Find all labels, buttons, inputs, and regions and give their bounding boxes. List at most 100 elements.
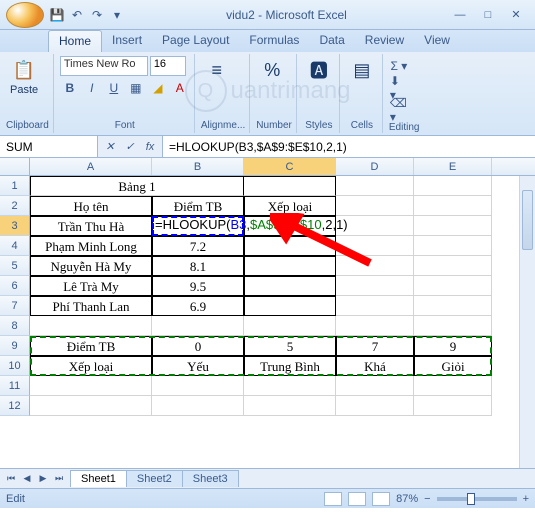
cell[interactable] xyxy=(244,176,336,196)
alignment-button[interactable]: ≡ xyxy=(201,56,233,84)
fill-color-button[interactable]: ◢ xyxy=(148,78,168,98)
zoom-percent[interactable]: 87% xyxy=(396,493,418,505)
zoom-thumb[interactable] xyxy=(467,493,475,505)
cell[interactable]: Nguyễn Hà My xyxy=(30,256,152,276)
cell[interactable] xyxy=(244,376,336,396)
cell[interactable]: Giỏi xyxy=(414,356,492,376)
border-button[interactable]: ▦ xyxy=(126,78,146,98)
cell[interactable] xyxy=(336,316,414,336)
select-all-corner[interactable] xyxy=(0,158,30,175)
redo-icon[interactable]: ↷ xyxy=(88,6,106,24)
clear-button[interactable]: ⌫ ▾ xyxy=(389,100,409,120)
undo-icon[interactable]: ↶ xyxy=(68,6,86,24)
scrollbar-thumb[interactable] xyxy=(522,190,533,250)
cell[interactable] xyxy=(152,396,244,416)
bold-button[interactable]: B xyxy=(60,78,80,98)
tab-page-layout[interactable]: Page Layout xyxy=(152,30,239,52)
cell[interactable] xyxy=(152,316,244,336)
cell[interactable] xyxy=(152,376,244,396)
row-header[interactable]: 6 xyxy=(0,276,30,296)
cell[interactable]: 7.2 xyxy=(152,236,244,256)
italic-button[interactable]: I xyxy=(82,78,102,98)
maximize-button[interactable]: □ xyxy=(475,6,501,24)
prev-sheet-icon[interactable]: ◀ xyxy=(20,472,34,486)
normal-view-button[interactable] xyxy=(324,492,342,506)
autosum-button[interactable]: Σ ▾ xyxy=(389,56,409,76)
cell[interactable]: Trần Thu Hà xyxy=(30,216,152,236)
cell[interactable] xyxy=(244,276,336,296)
cell[interactable] xyxy=(414,176,492,196)
office-button[interactable] xyxy=(6,2,44,28)
cell[interactable] xyxy=(414,376,492,396)
font-family-select[interactable]: Times New Ro xyxy=(60,56,148,76)
tab-review[interactable]: Review xyxy=(355,30,414,52)
first-sheet-icon[interactable]: ⏮ xyxy=(4,472,18,486)
save-icon[interactable]: 💾 xyxy=(48,6,66,24)
col-header-c[interactable]: C xyxy=(244,158,336,175)
cell[interactable] xyxy=(244,396,336,416)
zoom-out-button[interactable]: − xyxy=(424,493,430,505)
cancel-formula-icon[interactable]: ✕ xyxy=(102,139,118,155)
cell[interactable] xyxy=(336,276,414,296)
font-color-button[interactable]: A xyxy=(170,78,190,98)
cell[interactable]: Xếp loại xyxy=(30,356,152,376)
cell[interactable]: Yếu xyxy=(152,356,244,376)
row-header[interactable]: 10 xyxy=(0,356,30,376)
last-sheet-icon[interactable]: ⏭ xyxy=(52,472,66,486)
cell[interactable]: Bảng 1 xyxy=(30,176,244,196)
cell[interactable] xyxy=(30,396,152,416)
underline-button[interactable]: U xyxy=(104,78,124,98)
row-header[interactable]: 2 xyxy=(0,196,30,216)
cell[interactable] xyxy=(30,316,152,336)
row-header[interactable]: 3 xyxy=(0,216,30,236)
cell[interactable]: Họ tên xyxy=(30,196,152,216)
zoom-in-button[interactable]: + xyxy=(523,493,529,505)
col-header-b[interactable]: B xyxy=(152,158,244,175)
cell[interactable] xyxy=(414,236,492,256)
row-header[interactable]: 12 xyxy=(0,396,30,416)
cell[interactable] xyxy=(414,296,492,316)
cell[interactable]: 6.9 xyxy=(152,296,244,316)
next-sheet-icon[interactable]: ▶ xyxy=(36,472,50,486)
fill-button[interactable]: ⬇ ▾ xyxy=(389,78,409,98)
cells-button[interactable]: ▤ xyxy=(346,56,378,84)
cell[interactable] xyxy=(414,216,492,236)
col-header-d[interactable]: D xyxy=(336,158,414,175)
row-header[interactable]: 4 xyxy=(0,236,30,256)
row-header[interactable]: 1 xyxy=(0,176,30,196)
row-header[interactable]: 9 xyxy=(0,336,30,356)
font-size-select[interactable]: 16 xyxy=(150,56,186,76)
minimize-button[interactable]: — xyxy=(447,6,473,24)
cell[interactable] xyxy=(414,276,492,296)
name-box[interactable]: SUM xyxy=(0,136,98,157)
row-header[interactable]: 5 xyxy=(0,256,30,276)
cell[interactable] xyxy=(336,396,414,416)
cell[interactable] xyxy=(414,196,492,216)
sheet-tab-1[interactable]: Sheet1 xyxy=(70,470,127,487)
cell[interactable]: 0 xyxy=(152,336,244,356)
row-header[interactable]: 7 xyxy=(0,296,30,316)
cell[interactable] xyxy=(336,176,414,196)
formula-input[interactable]: =HLOOKUP(B3,$A$9:$E$10,2,1) xyxy=(163,136,535,157)
cell[interactable] xyxy=(414,396,492,416)
zoom-slider[interactable] xyxy=(437,497,517,501)
cell[interactable]: 9 xyxy=(414,336,492,356)
cell[interactable]: Trung Bình xyxy=(244,356,336,376)
spreadsheet-grid[interactable]: A B C D E 1 Bảng 1 2 Họ tên Điểm TB Xếp … xyxy=(0,158,535,468)
cell[interactable] xyxy=(336,296,414,316)
sheet-tab-3[interactable]: Sheet3 xyxy=(182,470,239,487)
cell[interactable]: Khá xyxy=(336,356,414,376)
qat-dropdown-icon[interactable]: ▾ xyxy=(108,6,126,24)
tab-home[interactable]: Home xyxy=(48,30,102,52)
cell[interactable]: Phí Thanh Lan xyxy=(30,296,152,316)
sheet-tab-2[interactable]: Sheet2 xyxy=(126,470,183,487)
row-header[interactable]: 8 xyxy=(0,316,30,336)
cell[interactable]: 7 xyxy=(336,336,414,356)
styles-button[interactable]: 🅰 xyxy=(303,56,335,84)
number-button[interactable]: % xyxy=(256,56,288,84)
col-header-a[interactable]: A xyxy=(30,158,152,175)
tab-formulas[interactable]: Formulas xyxy=(239,30,309,52)
close-button[interactable]: ✕ xyxy=(503,6,529,24)
cell[interactable] xyxy=(414,256,492,276)
cell[interactable]: Phạm Minh Long xyxy=(30,236,152,256)
